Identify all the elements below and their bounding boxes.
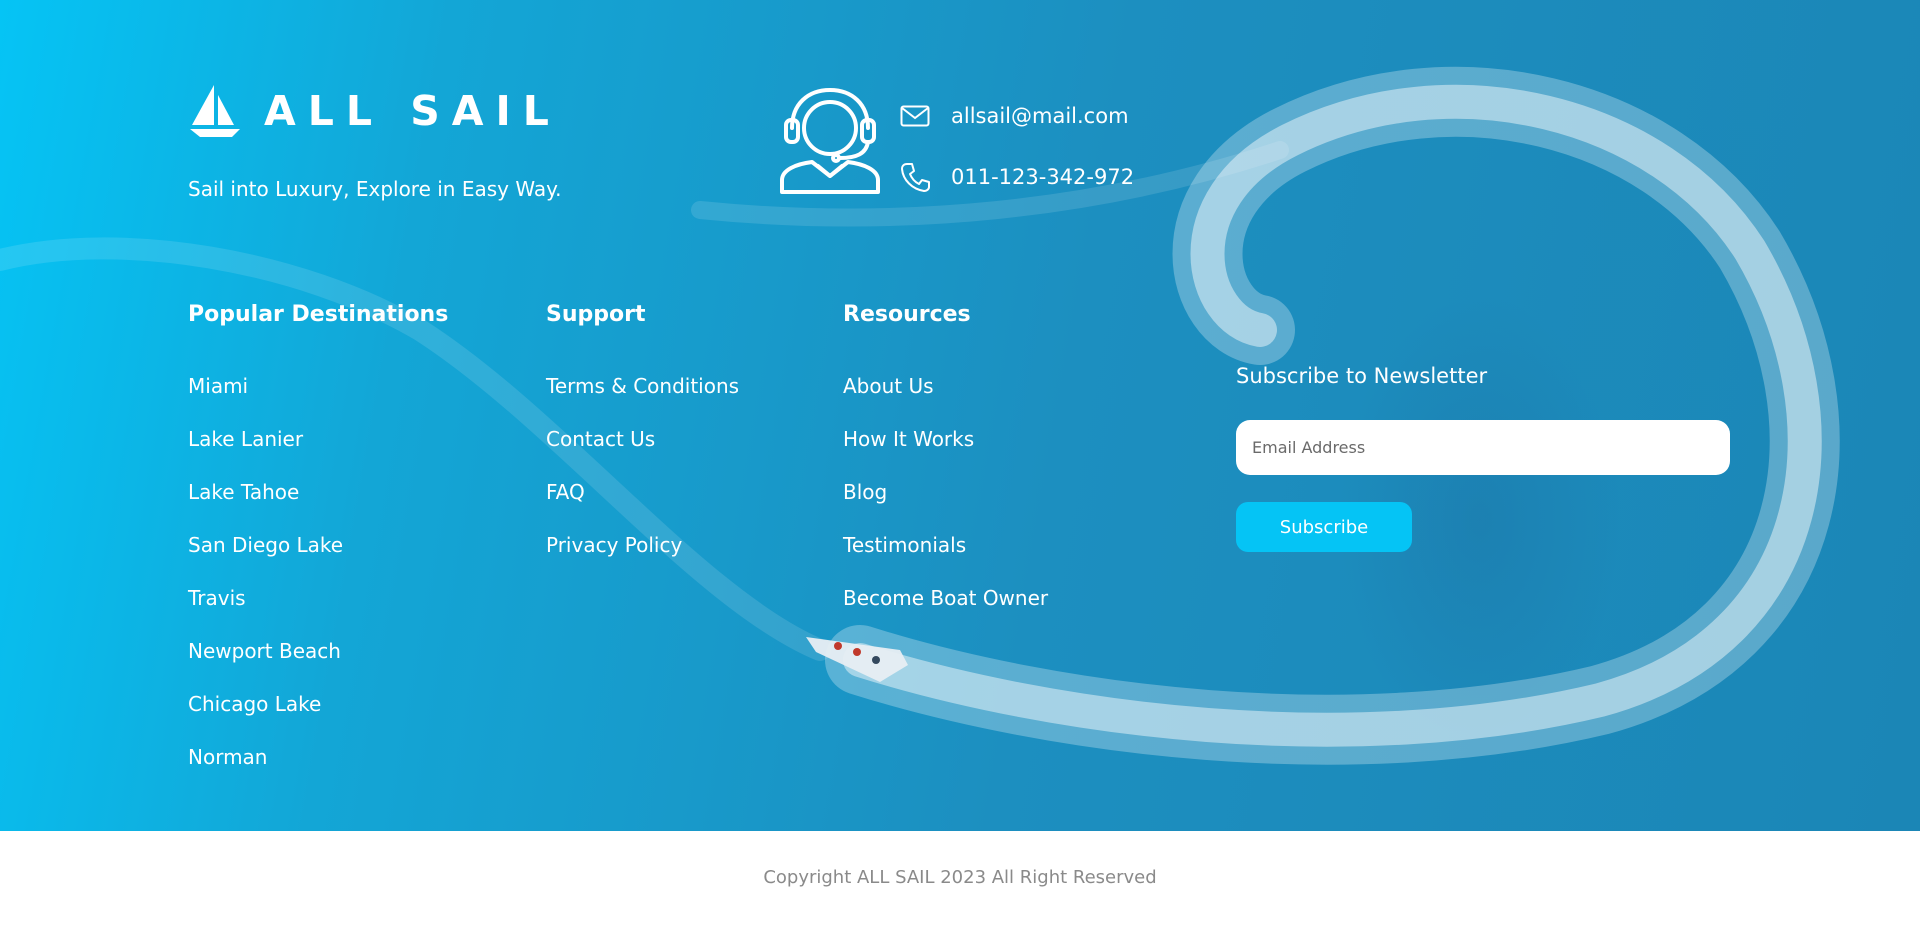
resources-link-about-us[interactable]: About Us [843,374,934,398]
destination-link-norman[interactable]: Norman [188,745,267,769]
brand-name: ALL SAIL [264,87,561,135]
newsletter-title: Subscribe to Newsletter [1236,364,1488,388]
sailboat-logo-icon [190,85,240,137]
contact-phone-row[interactable]: 011-123-342-972 [900,162,1134,192]
destination-link-lake-tahoe[interactable]: Lake Tahoe [188,480,299,504]
destination-link-lake-lanier[interactable]: Lake Lanier [188,427,303,451]
phone-icon [901,163,930,192]
support-link-faq[interactable]: FAQ [546,480,585,504]
contact-email-row[interactable]: allsail@mail.com [900,104,1129,128]
destination-link-chicago-lake[interactable]: Chicago Lake [188,692,321,716]
support-link-privacy-policy[interactable]: Privacy Policy [546,533,682,557]
destination-link-san-diego-lake[interactable]: San Diego Lake [188,533,343,557]
footer-main: ALL SAIL Sail into Luxury, Explore in Ea… [0,0,1920,831]
support-heading: Support [546,302,646,327]
popular-destinations-heading: Popular Destinations [188,302,449,327]
support-link-terms[interactable]: Terms & Conditions [546,374,739,398]
contact-phone[interactable]: 011-123-342-972 [951,165,1134,189]
destination-link-miami[interactable]: Miami [188,374,248,398]
resources-link-how-it-works[interactable]: How It Works [843,427,974,451]
resources-heading: Resources [843,302,971,327]
subscribe-button[interactable]: Subscribe [1236,502,1412,552]
brand-logo[interactable]: ALL SAIL [188,83,561,139]
customer-support-icon [780,88,880,194]
brand-tagline: Sail into Luxury, Explore in Easy Way. [188,177,562,201]
newsletter-email-input[interactable] [1236,420,1730,475]
resources-link-become-boat-owner[interactable]: Become Boat Owner [843,586,1048,610]
contact-email[interactable]: allsail@mail.com [951,104,1129,128]
destination-link-newport-beach[interactable]: Newport Beach [188,639,341,663]
copyright-text: Copyright ALL SAIL 2023 All Right Reserv… [763,867,1157,888]
support-link-contact-us[interactable]: Contact Us [546,427,655,451]
mail-icon [900,105,930,127]
resources-link-testimonials[interactable]: Testimonials [843,533,966,557]
resources-link-blog[interactable]: Blog [843,480,887,504]
destination-link-travis[interactable]: Travis [188,586,246,610]
